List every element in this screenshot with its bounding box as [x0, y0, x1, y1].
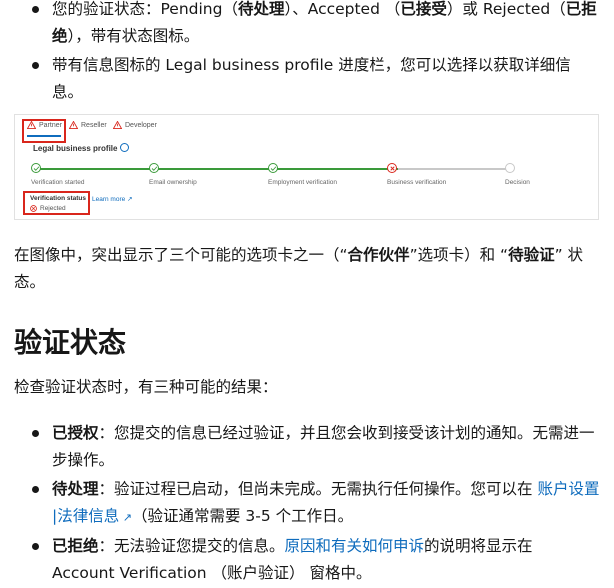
- learn-more-text: Learn more: [92, 196, 126, 203]
- tab-partner[interactable]: Partner: [27, 121, 62, 129]
- bullet-dot: [32, 6, 39, 13]
- bold-term: 合作伙伴: [347, 246, 410, 264]
- progress-track: [398, 168, 511, 170]
- list-item: 带有信息图标的 Legal business profile 进度栏，您可以选择…: [0, 52, 614, 106]
- step-done-icon: [149, 163, 159, 173]
- bold-term: 待处理: [237, 0, 285, 18]
- external-link-icon: ↗: [119, 511, 132, 524]
- text-run: ），带有状态图标。: [67, 27, 200, 45]
- rejected-icon: [30, 205, 37, 212]
- text-run: 带有信息图标的 Legal business profile 进度栏，您可以选择…: [52, 56, 571, 101]
- top-bullet-list: 您的验证状态：Pending（待处理）、Accepted （已接受）或 Reje…: [0, 0, 614, 106]
- step-label: Business verification: [387, 179, 447, 186]
- bold-term: 待验证: [508, 246, 555, 264]
- bold-term: 已接受: [400, 0, 447, 18]
- results-list: 已授权：您提交的信息已经过验证，并且您会收到接受该计划的通知。无需进一步操作。 …: [0, 420, 614, 587]
- text-run: ）、Accepted （: [284, 0, 401, 18]
- section-heading: 验证状态: [14, 326, 127, 359]
- list-item: 已拒绝：无法验证您提交的信息。原因和有关如何申诉的说明将显示在 Account …: [0, 533, 614, 587]
- result-text: （验证通常需要 3-5 个工作日。: [131, 507, 354, 525]
- tab-label: Reseller: [81, 121, 107, 129]
- step-label: Verification started: [31, 179, 85, 186]
- bullet-dot: [32, 430, 39, 437]
- learn-more-link[interactable]: Learn more ↗: [92, 195, 133, 203]
- appeal-link[interactable]: 原因和有关如何申诉: [285, 537, 425, 555]
- tab-label: Developer: [125, 121, 157, 129]
- tab-developer[interactable]: Developer: [113, 121, 157, 129]
- step-done-icon: [31, 163, 41, 173]
- step-pending-icon: [505, 163, 515, 173]
- text-run: ”选项卡）和 “: [409, 246, 509, 264]
- list-item: 已授权：您提交的信息已经过验证，并且您会收到接受该计划的通知。无需进一步操作。: [0, 420, 614, 474]
- warning-icon: [27, 121, 36, 129]
- tab-label: Partner: [39, 121, 62, 129]
- bold-term: Account Verification （账户验证）: [52, 564, 305, 582]
- result-text: ：无法验证您提交的信息。: [98, 537, 285, 555]
- partner-tab-underline: [27, 135, 61, 137]
- result-label: 已授权: [52, 424, 99, 442]
- list-item: 待处理：验证过程已启动，但尚未完成。无需执行任何操作。您可以在 账户设置 |法律…: [0, 476, 614, 531]
- result-label: 待处理: [52, 480, 99, 498]
- bullet-dot: [32, 62, 39, 69]
- result-text: 窗格中。: [304, 564, 372, 582]
- info-icon[interactable]: [120, 143, 130, 152]
- step-label: Employment verification: [268, 179, 337, 186]
- step-error-icon: [387, 163, 397, 173]
- verification-status-value: Rejected: [30, 205, 66, 212]
- text-run: 在图像中，突出显示了三个可能的选项卡之一（“: [14, 246, 348, 264]
- result-text: 的说明将显示在: [424, 537, 533, 555]
- step-done-icon: [268, 163, 278, 173]
- step-label: Email ownership: [149, 179, 197, 186]
- list-item: 您的验证状态：Pending（待处理）、Accepted （已接受）或 Reje…: [0, 0, 614, 50]
- status-text: Rejected: [40, 205, 66, 212]
- verification-screenshot: Partner Reseller Developer Legal busines…: [14, 114, 599, 220]
- result-label: 已拒绝: [52, 537, 99, 555]
- result-text: ：您提交的信息已经过验证，并且您会收到接受该计划的通知。无需进一步操作。: [52, 424, 595, 469]
- bullet-dot: [32, 486, 39, 493]
- profile-title: Legal business profile: [33, 143, 130, 153]
- result-text: ：验证过程已启动，但尚未完成。无需执行任何操作。您可以在: [98, 480, 538, 498]
- intro-paragraph: 检查验证状态时，有三种可能的结果：: [14, 378, 278, 396]
- text-run: ）或 Rejected（: [446, 0, 566, 18]
- text-run: 您的验证状态：Pending（: [52, 0, 238, 18]
- caption-paragraph: 在图像中，突出显示了三个可能的选项卡之一（“合作伙伴”选项卡）和 “待验证” 状…: [0, 242, 614, 296]
- step-label: Decision: [505, 179, 530, 186]
- warning-icon: [113, 121, 122, 129]
- bullet-dot: [32, 543, 39, 550]
- warning-icon: [69, 121, 78, 129]
- tab-reseller[interactable]: Reseller: [69, 121, 107, 129]
- profile-title-text: Legal business profile: [33, 144, 118, 153]
- external-link-icon: ↗: [127, 196, 133, 203]
- progress-track: [40, 168, 404, 170]
- verification-status-label: Verification status: [30, 195, 86, 202]
